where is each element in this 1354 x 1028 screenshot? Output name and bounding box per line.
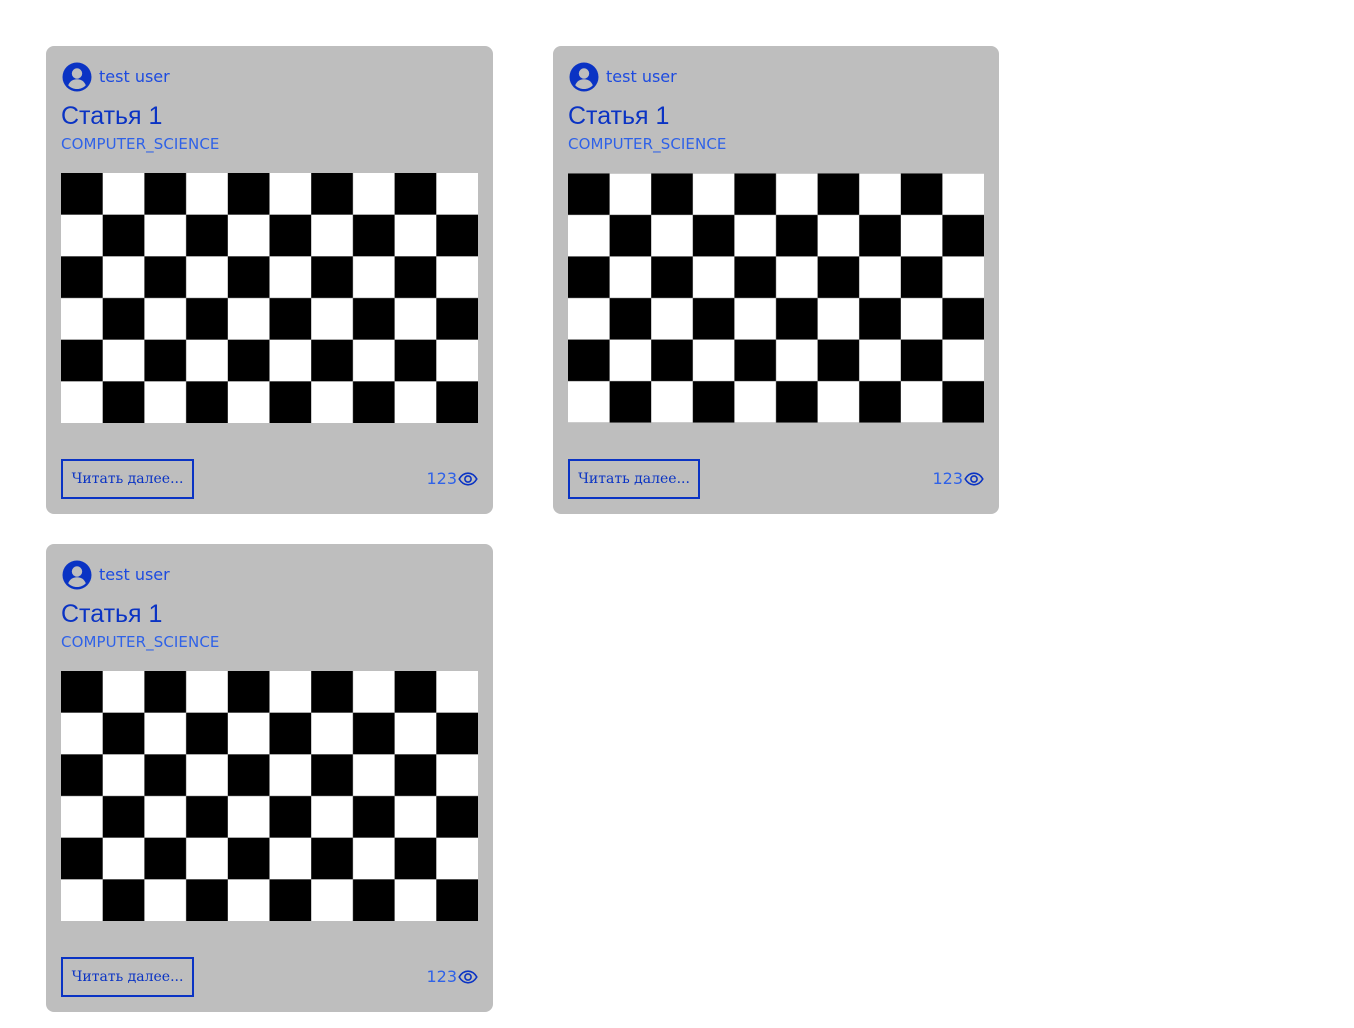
article-cover-image xyxy=(568,173,984,423)
read-more-button[interactable]: Читать далее... xyxy=(61,459,194,499)
author-link[interactable]: test user xyxy=(62,62,170,92)
article-card: test user Статья 1 COMPUTER_SCIENCE Чита… xyxy=(553,46,999,514)
article-title: Статья 1 xyxy=(61,102,163,130)
views-count: 123 xyxy=(932,469,963,488)
views-counter: 123 xyxy=(426,966,478,988)
author-link[interactable]: test user xyxy=(569,62,677,92)
article-category: COMPUTER_SCIENCE xyxy=(61,633,220,651)
article-cover-image xyxy=(61,671,478,921)
article-card: test user Статья 1 COMPUTER_SCIENCE Чита… xyxy=(46,544,493,1012)
eye-icon xyxy=(458,970,478,984)
article-category: COMPUTER_SCIENCE xyxy=(61,135,220,153)
author-name[interactable]: test user xyxy=(99,68,170,86)
article-category: COMPUTER_SCIENCE xyxy=(568,135,727,153)
article-card: test user Статья 1 COMPUTER_SCIENCE Чита… xyxy=(46,46,493,514)
views-counter: 123 xyxy=(426,468,478,490)
views-count: 123 xyxy=(426,967,457,986)
user-avatar-icon xyxy=(62,62,92,92)
user-avatar-icon xyxy=(62,560,92,590)
author-link[interactable]: test user xyxy=(62,560,170,590)
user-avatar-icon xyxy=(569,62,599,92)
views-count: 123 xyxy=(426,469,457,488)
article-title: Статья 1 xyxy=(61,600,163,628)
read-more-button[interactable]: Читать далее... xyxy=(61,957,194,997)
views-counter: 123 xyxy=(932,468,984,490)
author-name[interactable]: test user xyxy=(99,566,170,584)
author-name[interactable]: test user xyxy=(606,68,677,86)
article-cover-image xyxy=(61,173,478,423)
read-more-button[interactable]: Читать далее... xyxy=(568,459,700,499)
article-title: Статья 1 xyxy=(568,102,670,130)
eye-icon xyxy=(964,472,984,486)
eye-icon xyxy=(458,472,478,486)
